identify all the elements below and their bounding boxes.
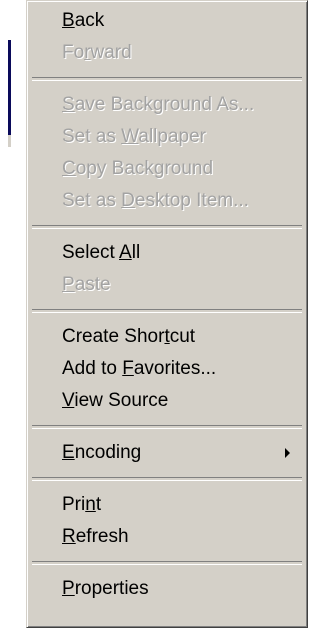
menu-separator — [32, 309, 302, 313]
context-menu: Back Forward Save Background As... Set as W… — [26, 0, 308, 628]
menu-item-accelerator: W — [121, 126, 139, 147]
menu-item-label: Forward — [62, 42, 132, 63]
menu-item-copy-background: Copy Background — [30, 153, 304, 185]
menu-item-label-post: roperties — [74, 578, 149, 599]
menu-item-label-pre: Pri — [62, 494, 86, 515]
menu-item-accelerator: S — [62, 94, 75, 115]
menu-item-select-all[interactable]: Select All — [30, 237, 304, 269]
menu-item-paste: Paste — [30, 269, 304, 301]
menu-bottom-gap — [30, 628, 312, 632]
menu-item-accelerator: E — [62, 442, 75, 463]
menu-item-label-pre: Set as — [62, 126, 122, 147]
menu-item-label: Add to Favorites... — [62, 358, 216, 379]
menu-item-add-to-favorites[interactable]: Add to Favorites... — [30, 353, 304, 385]
menu-item-set-as-desktop-item: Set as Desktop Item... — [30, 185, 304, 217]
menu-item-accelerator: P — [62, 578, 75, 599]
menu-item-accelerator: n — [85, 494, 96, 515]
menu-item-encoding[interactable]: Encoding — [30, 437, 304, 469]
menu-item-back[interactable]: Back — [30, 5, 304, 37]
menu-item-accelerator: V — [62, 390, 75, 411]
menu-item-label-post: opy Background — [75, 158, 214, 179]
menu-item-label-post: ave Background As... — [74, 94, 255, 115]
menu-item-view-source[interactable]: View Source — [30, 385, 304, 417]
menu-item-refresh[interactable]: Refresh — [30, 521, 304, 553]
menu-item-label-post: allpaper — [138, 126, 206, 147]
menu-item-forward: Forward — [30, 37, 304, 69]
menu-item-label-post: t — [95, 494, 102, 515]
menu-item-label-pre: Select — [62, 242, 120, 263]
menu-item-label-post: cut — [169, 326, 196, 347]
menu-item-label-post: ncoding — [74, 442, 142, 463]
menu-item-accelerator: B — [62, 10, 75, 31]
menu-item-accelerator: F — [122, 358, 134, 379]
menu-separator — [32, 561, 302, 565]
menu-item-label-post: avorites... — [133, 358, 217, 379]
menu-item-label-post: ward — [90, 42, 132, 63]
menu-item-label-pre: Fo — [62, 42, 85, 63]
menu-item-accelerator: A — [119, 242, 132, 263]
menu-item-print[interactable]: Print — [30, 489, 304, 521]
menu-item-label: Properties — [62, 578, 149, 599]
menu-item-create-shortcut[interactable]: Create Shortcut — [30, 321, 304, 353]
menu-item-label-pre: Add to — [62, 358, 123, 379]
menu-separator — [32, 77, 302, 81]
menu-item-label: Copy Background — [62, 158, 213, 179]
menu-item-label-post: efresh — [75, 526, 129, 547]
menu-item-label: Set as Wallpaper — [62, 126, 206, 147]
menu-item-label-post: esktop Item... — [134, 190, 249, 211]
menu-item-label-post: ack — [74, 10, 105, 31]
menu-item-save-background-as: Save Background As... — [30, 89, 304, 121]
menu-item-label: Refresh — [62, 526, 129, 547]
menu-item-label: View Source — [62, 390, 168, 411]
menu-item-accelerator: D — [121, 190, 135, 211]
menu-item-label-pre: Set as — [62, 190, 122, 211]
background-window — [0, 0, 24, 632]
menu-item-label: Set as Desktop Item... — [62, 190, 249, 211]
menu-item-properties[interactable]: Properties — [30, 573, 304, 605]
background-window-edge — [8, 40, 11, 135]
menu-item-label-pre: Create Shor — [62, 326, 165, 347]
menu-separator — [32, 477, 302, 481]
menu-separator — [32, 425, 302, 429]
menu-item-label: Select All — [62, 242, 140, 263]
menu-item-label: Encoding — [62, 442, 141, 463]
menu-item-label-post: ll — [131, 242, 141, 263]
menu-item-set-as-wallpaper: Set as Wallpaper — [30, 121, 304, 153]
menu-item-accelerator: C — [62, 158, 76, 179]
menu-item-label-post: iew Source — [74, 390, 169, 411]
menu-item-label: Back — [62, 10, 104, 31]
menu-item-label: Paste — [62, 274, 111, 295]
menu-separator — [32, 225, 302, 229]
background-window-edge-lower — [8, 135, 11, 147]
menu-item-label: Print — [62, 494, 101, 515]
menu-item-accelerator: P — [62, 274, 75, 295]
menu-item-accelerator: R — [62, 526, 76, 547]
submenu-arrow-icon — [285, 448, 290, 458]
menu-item-label: Create Shortcut — [62, 326, 195, 347]
menu-item-label-post: aste — [74, 274, 111, 295]
menu-item-label: Save Background As... — [62, 94, 254, 115]
